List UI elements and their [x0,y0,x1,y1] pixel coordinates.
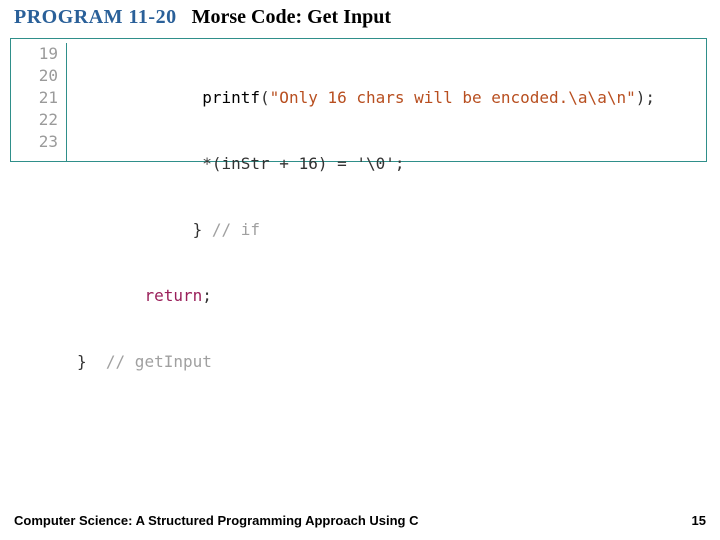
line-number: 22 [11,109,58,131]
program-title: Morse Code: Get Input [192,6,391,28]
footer-page: 15 [692,513,706,528]
code-token: return [144,286,202,305]
footer: Computer Science: A Structured Programmi… [14,513,706,528]
code-token: *(inStr + 16) = '\0'; [202,154,404,173]
code-gutter: 19 20 21 22 23 [11,43,67,161]
code-line: printf("Only 16 chars will be encoded.\a… [77,87,706,109]
code-box: 19 20 21 22 23 printf("Only 16 chars wil… [10,38,707,162]
line-number: 20 [11,65,58,87]
code-line: } // getInput [77,351,706,373]
code-body: printf("Only 16 chars will be encoded.\a… [67,43,706,161]
code-token: ); [636,88,655,107]
footer-book: Computer Science: A Structured Programmi… [14,513,419,528]
code-token: // getInput [106,352,212,371]
line-number: 19 [11,43,58,65]
code-token: ( [260,88,270,107]
code-token: } [193,220,212,239]
slide-heading: PROGRAM 11-20 Morse Code: Get Input [14,6,391,29]
code-token: "Only 16 chars will be encoded.\a\a\n" [270,88,636,107]
code-line: return; [77,285,706,307]
code-token: } [77,352,106,371]
code-token: // if [212,220,260,239]
program-label: PROGRAM 11-20 [14,6,177,28]
code-token: ; [202,286,212,305]
code-line: *(inStr + 16) = '\0'; [77,153,706,175]
code-line: } // if [77,219,706,241]
code-token: printf [202,88,260,107]
line-number: 23 [11,131,58,153]
line-number: 21 [11,87,58,109]
